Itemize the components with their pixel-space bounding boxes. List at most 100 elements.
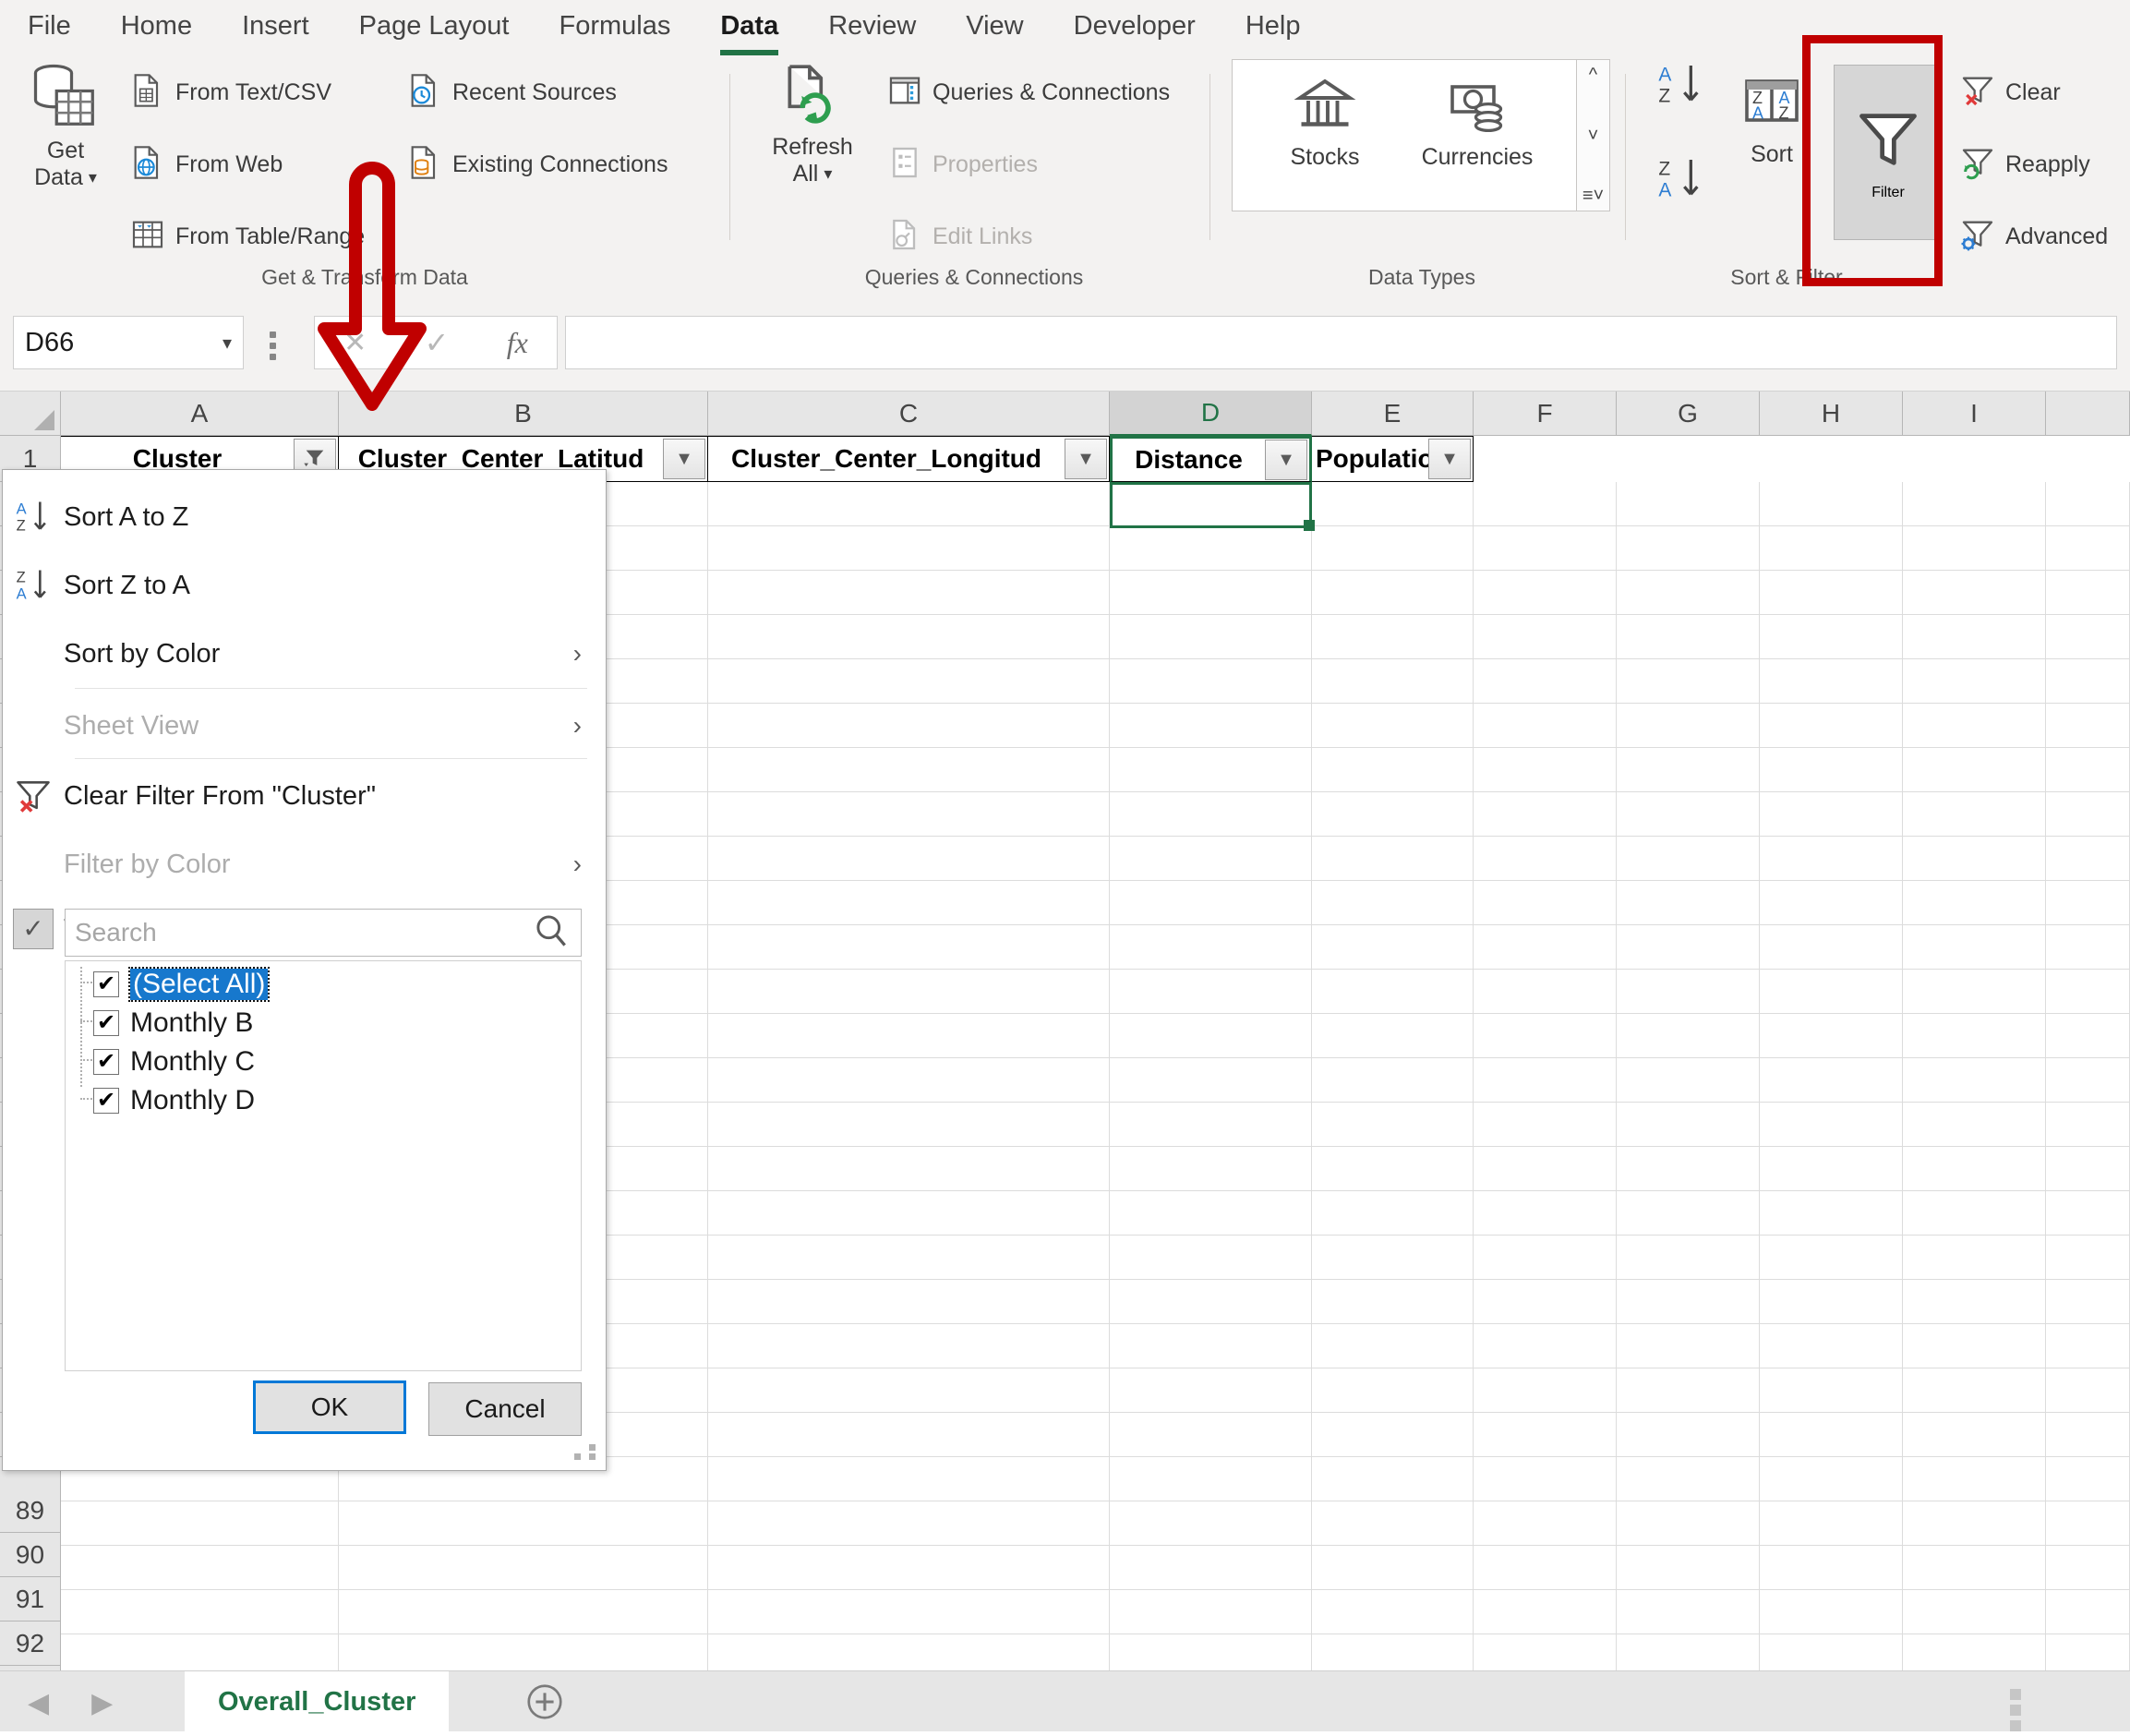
column-header-c[interactable]: C xyxy=(708,392,1110,436)
grid-cell[interactable] xyxy=(1110,615,1312,659)
grid-cell[interactable] xyxy=(1110,1191,1312,1236)
row-header-89[interactable]: 89 xyxy=(0,1489,61,1533)
grid-cell[interactable] xyxy=(2046,881,2130,925)
data-types-scrollbar[interactable]: ^ ˅ ≡˅ xyxy=(1576,60,1609,211)
grid-cell[interactable] xyxy=(1617,970,1760,1014)
header-cell-longitude[interactable]: Cluster_Center_Longitud ▼ xyxy=(708,436,1110,482)
grid-cell[interactable] xyxy=(2046,659,2130,704)
grid-cell[interactable] xyxy=(708,1280,1110,1324)
grid-cell[interactable] xyxy=(1312,526,1474,571)
recent-sources-button[interactable]: Recent Sources xyxy=(406,72,617,114)
list-item-monthly-c[interactable]: ✔ Monthly C xyxy=(93,1043,255,1081)
grid-cell[interactable] xyxy=(1903,482,2046,526)
grid-cell[interactable] xyxy=(2046,1147,2130,1191)
grid-cell[interactable] xyxy=(1760,1546,1903,1590)
grid-cell[interactable] xyxy=(1617,571,1760,615)
list-item-monthly-d[interactable]: ✔ Monthly D xyxy=(93,1081,255,1120)
grid-cell[interactable] xyxy=(1617,837,1760,881)
grid-cell[interactable] xyxy=(708,526,1110,571)
grid-cell[interactable] xyxy=(2046,1191,2130,1236)
sheet-nav-buttons[interactable]: ◀ ▶ xyxy=(28,1684,175,1721)
grid-cell[interactable] xyxy=(1760,837,1903,881)
grid-cell[interactable] xyxy=(1760,1147,1903,1191)
grid-cell[interactable] xyxy=(1312,748,1474,792)
next-sheet-icon[interactable]: ▶ xyxy=(91,1687,113,1719)
grid-cell[interactable] xyxy=(1110,1103,1312,1147)
column-header-e[interactable]: E xyxy=(1312,392,1474,436)
menu-item-sort-by-color[interactable]: Sort by Color › xyxy=(3,623,608,684)
tab-review[interactable]: Review xyxy=(823,9,921,43)
row-header-91[interactable]: 91 xyxy=(0,1577,61,1621)
grid-cell[interactable] xyxy=(2046,1014,2130,1058)
grid-cell[interactable] xyxy=(1474,1368,1617,1413)
grid-cell[interactable] xyxy=(2046,1236,2130,1280)
filter-button[interactable]: Filter xyxy=(1834,65,1943,240)
grid-cell[interactable] xyxy=(1617,1103,1760,1147)
grid-cell[interactable] xyxy=(1110,925,1312,970)
grid-cell[interactable] xyxy=(1903,659,2046,704)
from-web-button[interactable]: From Web xyxy=(129,144,283,186)
grid-cell[interactable] xyxy=(1110,1058,1312,1103)
list-item-monthly-b[interactable]: ✔ Monthly B xyxy=(93,1004,253,1043)
grid-cell[interactable] xyxy=(1110,526,1312,571)
grid-cell[interactable] xyxy=(1110,792,1312,837)
grid-cell[interactable] xyxy=(1760,1103,1903,1147)
grid-cell[interactable] xyxy=(1110,1501,1312,1546)
filter-search-input[interactable]: Search xyxy=(75,918,531,947)
menu-item-sort-a-to-z[interactable]: A Z Sort A to Z xyxy=(3,487,608,548)
grid-cell[interactable] xyxy=(1617,1058,1760,1103)
grid-cell[interactable] xyxy=(2046,571,2130,615)
grid-cell[interactable] xyxy=(1312,615,1474,659)
menu-item-clear-filter[interactable]: Clear Filter From "Cluster" xyxy=(3,766,608,826)
tab-page-layout[interactable]: Page Layout xyxy=(354,9,515,43)
grid-cell[interactable] xyxy=(1617,526,1760,571)
clear-filter-button[interactable]: Clear xyxy=(1959,72,2061,114)
grid-cell[interactable] xyxy=(339,1590,708,1634)
reapply-filter-button[interactable]: Reapply xyxy=(1959,144,2090,186)
grid-cell[interactable] xyxy=(1760,1014,1903,1058)
tab-data[interactable]: Data xyxy=(715,9,784,55)
column-header-g[interactable]: G xyxy=(1617,392,1760,436)
grid-cell[interactable] xyxy=(1760,1590,1903,1634)
tab-formulas[interactable]: Formulas xyxy=(553,9,676,43)
advanced-filter-button[interactable]: Advanced xyxy=(1959,216,2108,258)
grid-cell[interactable] xyxy=(2046,704,2130,748)
get-data-button[interactable]: Get Data ▾ xyxy=(15,61,116,191)
grid-cell[interactable] xyxy=(708,1191,1110,1236)
grid-cell[interactable] xyxy=(1312,1103,1474,1147)
sort-button[interactable]: Z A A Z Sort xyxy=(1721,70,1823,168)
grid-cell[interactable] xyxy=(1110,881,1312,925)
checkbox-select-all[interactable]: ✔ xyxy=(93,971,119,997)
list-item-select-all[interactable]: ✔ (Select All) xyxy=(93,965,271,1004)
grid-cell[interactable] xyxy=(1312,1546,1474,1590)
grid-cell[interactable] xyxy=(2046,1413,2130,1457)
grid-cell[interactable] xyxy=(1474,792,1617,837)
grid-cell[interactable] xyxy=(1760,792,1903,837)
grid-cell[interactable] xyxy=(1903,1191,2046,1236)
grid-cell[interactable] xyxy=(1617,1324,1760,1368)
grid-cell[interactable] xyxy=(1903,1590,2046,1634)
grid-cell[interactable] xyxy=(2046,970,2130,1014)
grid-cell[interactable] xyxy=(708,748,1110,792)
grid-cell[interactable] xyxy=(1474,1324,1617,1368)
tab-view[interactable]: View xyxy=(960,9,1029,43)
header-cell-distance[interactable]: Distance ▼ xyxy=(1110,436,1312,482)
grid-cell[interactable] xyxy=(1903,1014,2046,1058)
grid-cell[interactable] xyxy=(1110,1413,1312,1457)
select-all-corner[interactable] xyxy=(0,392,61,436)
grid-cell[interactable] xyxy=(1760,704,1903,748)
grid-cell[interactable] xyxy=(1903,1280,2046,1324)
filter-dropdown-button-distance[interactable]: ▼ xyxy=(1265,440,1307,480)
scroll-down-icon[interactable]: ˅ xyxy=(1588,127,1599,145)
grid-cell[interactable] xyxy=(1474,1501,1617,1546)
grid-cell[interactable] xyxy=(708,1457,1110,1501)
grid-cell[interactable] xyxy=(708,970,1110,1014)
grid-cell[interactable] xyxy=(708,615,1110,659)
grid-cell[interactable] xyxy=(1617,792,1760,837)
previous-sheet-icon[interactable]: ◀ xyxy=(28,1687,49,1719)
grid-cell[interactable] xyxy=(1474,526,1617,571)
grid-cell[interactable] xyxy=(708,837,1110,881)
grid-cell[interactable] xyxy=(2046,1546,2130,1590)
grid-cell[interactable] xyxy=(2046,1457,2130,1501)
sheet-tab-overall-cluster[interactable]: Overall_Cluster xyxy=(185,1671,450,1732)
